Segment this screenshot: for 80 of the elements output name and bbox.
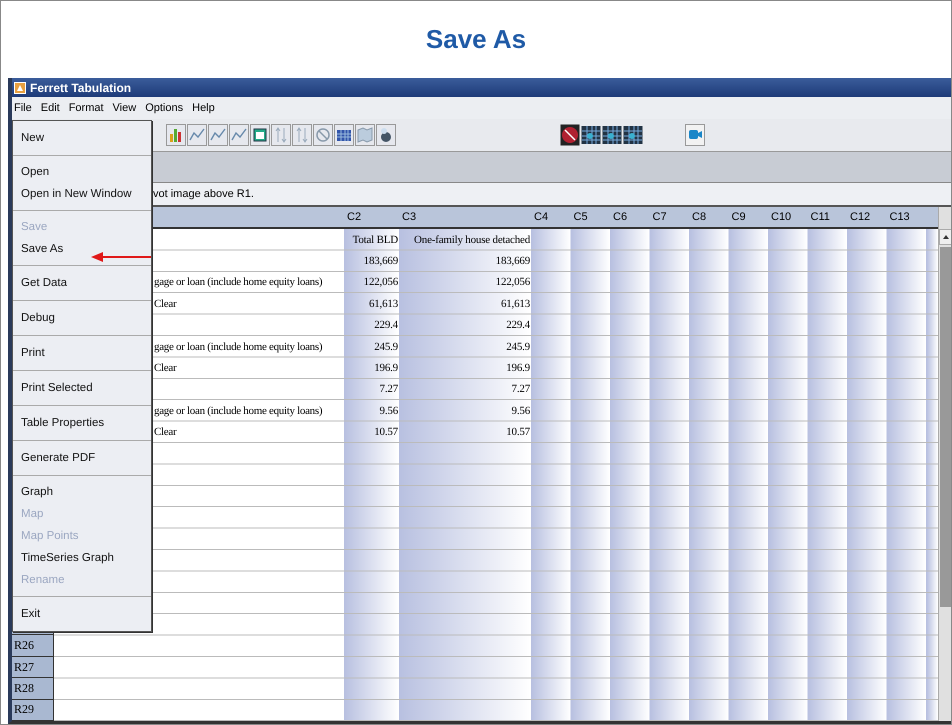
menu-bar-item[interactable]: Help: [192, 102, 215, 114]
row-header[interactable]: R29: [14, 702, 34, 718]
column-header[interactable]: C4: [534, 211, 548, 223]
table-cell: 196.9: [374, 362, 398, 374]
bar-chart-icon[interactable]: [166, 124, 186, 146]
arrows-icon[interactable]: [292, 124, 312, 146]
row-label: Clear: [154, 426, 176, 438]
menu-bar-item[interactable]: Options: [145, 102, 184, 114]
table-cell: 10.57: [506, 426, 530, 438]
table-cell: 61,613: [500, 298, 530, 310]
row-label: gage or loan (include home equity loans): [154, 276, 322, 288]
table-cell: 122,056: [496, 276, 530, 288]
table-cell: 7.27: [380, 383, 398, 396]
column-header[interactable]: C11: [810, 211, 830, 223]
column-header[interactable]: C6: [613, 211, 628, 223]
table-cell: 9.56: [512, 404, 530, 417]
menu-item[interactable]: Open in New Window: [13, 183, 151, 205]
table-cell: 7.27: [512, 383, 530, 396]
menu-item[interactable]: Debug: [13, 307, 151, 329]
menu-item[interactable]: TimeSeries Graph: [13, 547, 151, 569]
info-text: vot image above R1.: [153, 188, 254, 200]
table-cell: 196.9: [506, 362, 530, 374]
column-header[interactable]: C12: [850, 211, 870, 223]
window-title: Ferrett Tabulation: [30, 80, 132, 94]
menu-bar-item[interactable]: Format: [68, 102, 104, 114]
column-header[interactable]: C3: [402, 211, 416, 223]
table-cell: 122,056: [364, 276, 398, 288]
column-header[interactable]: C8: [692, 211, 706, 223]
pointer-arrow: [91, 251, 151, 263]
menu-item[interactable]: Exit: [13, 603, 151, 625]
table-cell: 229.4: [374, 319, 398, 332]
table-cell: 9.56: [380, 404, 398, 417]
table-cell: Total BLD: [352, 234, 398, 246]
menu-item[interactable]: Table Properties: [13, 412, 151, 434]
menu-bar-item[interactable]: File: [14, 102, 32, 114]
table-cell: 61,613: [368, 298, 398, 310]
scroll-thumb[interactable]: [940, 247, 951, 607]
menu-item[interactable]: Open: [13, 161, 151, 183]
table-cell: One-family house detached: [414, 234, 530, 246]
menu-item[interactable]: Print Selected: [13, 377, 151, 399]
grid-icon[interactable]: [581, 124, 601, 146]
no-entry-icon[interactable]: [560, 124, 580, 146]
row-label: gage or loan (include home equity loans): [154, 404, 322, 417]
menu-bar-item[interactable]: View: [112, 102, 136, 114]
row-label: Clear: [154, 298, 176, 310]
scroll-up-icon[interactable]: [939, 229, 951, 245]
app-icon: [14, 82, 26, 94]
table-cell: 183,669: [496, 255, 530, 268]
grid-icon[interactable]: [623, 124, 643, 146]
camera-icon[interactable]: [685, 124, 705, 146]
window-icon[interactable]: [250, 124, 270, 146]
menu-item[interactable]: Get Data: [13, 272, 151, 294]
row-header[interactable]: R28: [14, 680, 34, 696]
table-cell: 10.57: [374, 426, 398, 438]
grid-icon[interactable]: [334, 124, 354, 146]
row-label: gage or loan (include home equity loans): [154, 340, 322, 353]
row-label: Clear: [154, 362, 176, 374]
column-header[interactable]: C10: [771, 211, 792, 223]
table-cell: 245.9: [506, 340, 530, 353]
column-header[interactable]: C9: [732, 211, 746, 223]
table-cell: 245.9: [374, 340, 398, 353]
vertical-scrollbar[interactable]: [938, 207, 951, 721]
table-cell: 229.4: [506, 319, 530, 332]
table-cell: 183,669: [364, 255, 398, 268]
row-header[interactable]: R26: [14, 638, 34, 654]
menu-item[interactable]: New: [13, 127, 151, 149]
line-chart-icon[interactable]: [187, 124, 207, 146]
menu-bar-item[interactable]: Edit: [40, 102, 60, 114]
column-header[interactable]: C5: [574, 211, 588, 223]
menu-item[interactable]: Graph: [13, 481, 151, 503]
menu-item[interactable]: Print: [13, 342, 151, 364]
slide-title: Save As: [426, 24, 526, 55]
menu-item[interactable]: Generate PDF: [13, 447, 151, 469]
menu-item[interactable]: Save As: [13, 238, 151, 260]
row-header[interactable]: R27: [14, 660, 34, 674]
line-chart-icon[interactable]: [208, 124, 228, 146]
column-header[interactable]: C2: [347, 211, 362, 223]
grid-icon[interactable]: [602, 124, 622, 146]
column-header[interactable]: C13: [890, 211, 910, 223]
column-header[interactable]: C7: [652, 211, 667, 223]
